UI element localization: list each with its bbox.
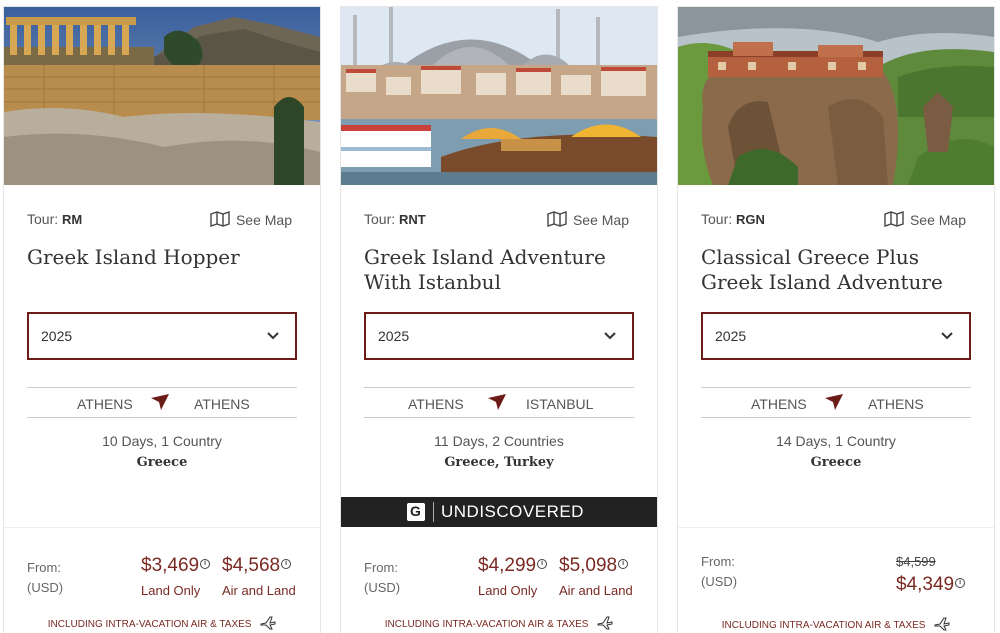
air-and-land-label: Air and Land [222, 583, 296, 598]
countries: Greece [136, 455, 188, 470]
route: ATHENS ATHENS [701, 387, 971, 418]
info-icon[interactable]: i [537, 559, 548, 569]
info-icon[interactable]: i [281, 559, 292, 569]
tour-card-rnt[interactable]: Tour: RNT See Map Greek Island Adventure… [340, 6, 658, 633]
undiscovered-banner: UNDISCOVERED [341, 497, 657, 527]
see-map-link[interactable]: See Map [884, 211, 966, 228]
original-price: $4,599 [896, 554, 936, 569]
airplane-icon [934, 617, 950, 631]
land-only-price: $4,299 i [478, 555, 548, 577]
map-icon [547, 211, 567, 227]
chevron-down-icon [604, 332, 616, 340]
route-end-city: ISTANBUL [526, 396, 594, 412]
plane-arrow-icon [825, 394, 843, 410]
route-end-city: ATHENS [194, 396, 250, 412]
meteora-monastery-photo[interactable] [678, 7, 994, 185]
year-value: 2025 [378, 328, 410, 344]
info-icon[interactable]: i [618, 559, 629, 569]
tour-code-label: Tour: RNT [364, 211, 426, 227]
included-air-note: INCLUDING INTRA-VACATION AIR & TAXES [4, 616, 320, 630]
air-and-land-price: $4,568 i [222, 555, 292, 577]
land-only-label: Land Only [478, 583, 538, 598]
banner-text: UNDISCOVERED [441, 502, 584, 521]
year-select[interactable]: 2025 [701, 312, 971, 360]
sale-price: $4,349 i [896, 574, 966, 596]
see-map-link[interactable]: See Map [547, 211, 629, 228]
duration: 11 Days, 2 Countries [434, 433, 564, 449]
air-and-land-label: Air and Land [559, 583, 633, 598]
route-start-city: ATHENS [408, 396, 464, 412]
plane-arrow-icon [151, 394, 169, 410]
year-select[interactable]: 2025 [364, 312, 634, 360]
tour-code: RM [62, 212, 83, 227]
currency-label: (USD) [364, 580, 401, 595]
year-select[interactable]: 2025 [27, 312, 297, 360]
airplane-icon [260, 616, 276, 630]
air-and-land-price: $5,098 i [559, 555, 629, 577]
divider [4, 527, 320, 528]
chevron-down-icon [267, 332, 279, 340]
tour-code-label: Tour: RGN [701, 211, 765, 227]
duration: 10 Days, 1 Country [102, 433, 222, 449]
land-only-price: $3,469 i [141, 555, 211, 577]
currency-label: (USD) [27, 580, 64, 595]
from-label: From: [27, 560, 61, 575]
map-icon [210, 211, 230, 227]
tour-code: RNT [399, 212, 426, 227]
airplane-icon [597, 616, 613, 630]
route-end-city: ATHENS [868, 396, 924, 412]
from-label: From: [701, 554, 735, 569]
countries: Greece [810, 455, 862, 470]
brand-logo-icon [407, 503, 425, 521]
tour-title[interactable]: Greek Island Hopper [27, 245, 300, 270]
info-icon[interactable]: i [200, 559, 211, 569]
from-label: From: [364, 560, 398, 575]
map-icon [884, 211, 904, 227]
tour-title[interactable]: Greek Island Adventure With Istanbul [364, 245, 637, 295]
banner-separator [433, 502, 434, 522]
land-only-label: Land Only [141, 583, 201, 598]
route: ATHENS ISTANBUL [364, 387, 634, 418]
tour-card-rm[interactable]: Tour: RM See Map Greek Island Hopper 202… [3, 6, 321, 633]
duration: 14 Days, 1 Country [776, 433, 896, 449]
tour-code: RGN [736, 212, 765, 227]
currency-label: (USD) [701, 574, 738, 589]
tour-title[interactable]: Classical Greece Plus Greek Island Adven… [701, 245, 974, 295]
chevron-down-icon [941, 332, 953, 340]
plane-arrow-icon [488, 394, 506, 410]
route-start-city: ATHENS [751, 396, 807, 412]
included-air-note: INCLUDING INTRA-VACATION AIR & TAXES [678, 617, 994, 631]
route: ATHENS ATHENS [27, 387, 297, 418]
see-map-link[interactable]: See Map [210, 211, 292, 228]
year-value: 2025 [41, 328, 73, 344]
tour-card-rgn[interactable]: Tour: RGN See Map Classical Greece Plus … [677, 6, 995, 633]
info-icon[interactable]: i [955, 578, 966, 588]
year-value: 2025 [715, 328, 747, 344]
included-air-note: INCLUDING INTRA-VACATION AIR & TAXES [341, 616, 657, 630]
istanbul-mosque-photo[interactable] [341, 7, 657, 185]
countries: Greece, Turkey [444, 455, 554, 470]
acropolis-photo[interactable] [4, 7, 320, 185]
divider [678, 527, 994, 528]
route-start-city: ATHENS [77, 396, 133, 412]
tour-code-label: Tour: RM [27, 211, 83, 227]
